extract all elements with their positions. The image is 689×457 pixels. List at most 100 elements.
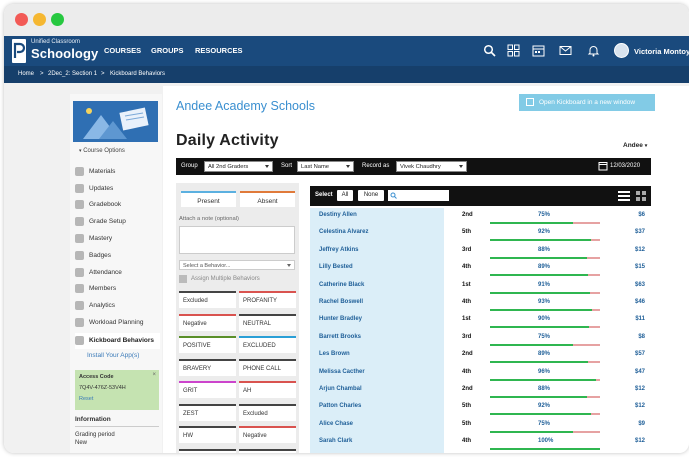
student-balance: $12 (634, 403, 645, 410)
sidebar-item-attendance[interactable]: Attendance (75, 267, 160, 281)
nav-courses[interactable]: COURSES (104, 46, 141, 55)
student-grade: 2nd (462, 386, 473, 392)
maximize-window-button[interactable] (51, 13, 64, 26)
student-balance: $12 (634, 438, 645, 445)
behavior-button[interactable]: Excluded (239, 403, 296, 421)
table-row[interactable]: Catherine Black 1st 91% $63 (310, 278, 651, 295)
user-avatar[interactable] (614, 43, 629, 58)
grid-icon[interactable] (507, 44, 520, 57)
sidebar-item-grade-setup[interactable]: Grade Setup (75, 216, 160, 230)
note-input[interactable] (179, 226, 295, 254)
sidebar-item-badges[interactable]: Badges (75, 250, 160, 264)
bell-icon[interactable] (587, 44, 600, 57)
present-button[interactable]: Present (181, 191, 236, 207)
sidebar-item-materials[interactable]: Materials (75, 166, 160, 180)
student-name: Jeffrey Atkins (319, 246, 359, 253)
behavior-button[interactable]: NEUTRAL (239, 313, 296, 331)
behavior-button[interactable]: GRIT (179, 381, 236, 398)
schoology-logo-icon[interactable] (12, 39, 26, 63)
student-grade: 2nd (462, 351, 473, 358)
progress-bar (490, 256, 600, 259)
table-row[interactable]: Sarah Clark 4th 100% $12 (310, 434, 651, 451)
record-as-select[interactable]: Vivek Chaudhry (396, 161, 467, 172)
table-row[interactable]: Melissa Cacther 4th 96% $47 (310, 365, 651, 382)
sidebar-item-kickboard-behaviors[interactable]: Kickboard Behaviors (75, 333, 160, 349)
behavior-button[interactable]: NEGATIVE (179, 448, 236, 453)
breadcrumb-section[interactable]: 2Dec_2: Section 1 (48, 71, 97, 77)
student-balance: $37 (634, 229, 645, 236)
table-row[interactable]: Arjun Chambal 2nd 88% $12 (310, 382, 651, 399)
close-window-button[interactable] (15, 13, 28, 26)
behavior-button[interactable]: ZEST (179, 403, 236, 421)
install-apps-link[interactable]: Install Your App(s) (87, 352, 139, 359)
student-balance: $11 (635, 316, 645, 323)
table-row[interactable]: Les Brown 2nd 89% $57 (310, 347, 651, 364)
progress-bar-fill (490, 378, 596, 381)
sidebar-item-analytics[interactable]: Analytics (75, 300, 160, 314)
breadcrumb-home[interactable]: Home (18, 71, 34, 77)
mail-icon[interactable] (559, 44, 572, 57)
table-row[interactable]: Deeon Collins3rd70%$14 (310, 452, 651, 453)
minimize-window-button[interactable] (33, 13, 46, 26)
calendar-icon[interactable] (598, 161, 608, 171)
nav-groups[interactable]: GROUPS (151, 46, 184, 55)
table-row[interactable]: Destiny Allen 2nd 75% $6 (310, 208, 651, 225)
behavior-button[interactable]: POSITIVE (179, 336, 236, 353)
behavior-button[interactable]: EXCLUDED (239, 336, 296, 353)
table-row[interactable]: Alice Chase 5th 75% $9 (310, 417, 651, 434)
table-row[interactable]: Jeffrey Atkins 3rd 88% $12 (310, 243, 651, 260)
progress-bar-fill (490, 274, 588, 277)
table-row[interactable]: Lilly Bested 4th 89% $15 (310, 260, 651, 277)
calendar-icon[interactable] (532, 44, 545, 57)
student-balance: $15 (634, 264, 645, 271)
student-name: Destiny Allen (319, 212, 357, 218)
mastery-icon (75, 234, 84, 243)
student-balance: $46 (634, 299, 645, 305)
student-percentage: 100% (538, 438, 554, 445)
roster-search-input[interactable] (388, 190, 449, 201)
student-grade: 4th (462, 368, 471, 375)
table-row[interactable]: Rachel Boswell 4th 93% $46 (310, 295, 651, 312)
behavior-button[interactable]: AH (239, 381, 296, 398)
behavior-button[interactable]: Excluded (179, 291, 236, 308)
chevron-down-icon: ▾ (644, 143, 648, 149)
progress-bar-fill (490, 326, 589, 329)
sidebar-item-updates[interactable]: Updates (75, 183, 160, 197)
access-code-reset[interactable]: Reset (79, 396, 93, 402)
sidebar-item-members[interactable]: Members (75, 283, 160, 297)
open-kickboard-button[interactable]: Open Kickboard in a new window (519, 94, 655, 111)
sort-select[interactable]: Last Name (297, 161, 354, 172)
student-grade: 4th (462, 438, 471, 445)
search-icon[interactable] (483, 44, 496, 57)
list-view-icon[interactable] (618, 191, 630, 201)
behavior-button[interactable]: Neutral (239, 448, 296, 453)
behavior-select[interactable]: Select a Behavior... (179, 260, 295, 270)
close-icon[interactable]: × (152, 372, 156, 378)
absent-button[interactable]: Absent (240, 191, 295, 207)
table-row[interactable]: Celestina Alvarez 5th 92% $37 (310, 225, 651, 242)
nav-resources[interactable]: RESOURCES (195, 46, 243, 55)
behavior-button-label: Negative (243, 433, 267, 439)
sidebar-item-workload-planning[interactable]: Workload Planning (75, 317, 160, 331)
behavior-button[interactable]: PHONE CALL (239, 358, 296, 376)
select-all-button[interactable]: All (337, 190, 353, 201)
group-select[interactable]: All 2nd Graders (204, 161, 273, 172)
behavior-button[interactable]: Negative (239, 426, 296, 443)
table-row[interactable]: Hunter Bradley 1st 90% $11 (310, 312, 651, 329)
table-row[interactable]: Barrett Brooks 3rd 75% $8 (310, 330, 651, 347)
behavior-button[interactable]: HW (179, 426, 236, 443)
checkbox[interactable] (179, 275, 187, 283)
brand-name[interactable]: Schoology (31, 46, 98, 61)
sidebar-item-mastery[interactable]: Mastery (75, 233, 160, 247)
table-row[interactable]: Patton Charles 5th 92% $12 (310, 399, 651, 416)
behavior-button[interactable]: PROFANITY (239, 291, 296, 308)
behavior-button[interactable]: BRAVERY (179, 358, 236, 376)
sidebar-item-gradebook[interactable]: Gradebook (75, 199, 160, 213)
behavior-button[interactable]: Negative (179, 313, 236, 331)
date-value[interactable]: 12/03/2020 (610, 163, 640, 169)
course-options[interactable]: ▾ Course Options (79, 148, 125, 154)
user-name[interactable]: Victoria Montoya (634, 47, 689, 56)
user-menu[interactable]: Andee ▾ (623, 142, 647, 149)
select-none-button[interactable]: None (358, 190, 384, 201)
grid-view-icon[interactable] (636, 191, 646, 201)
